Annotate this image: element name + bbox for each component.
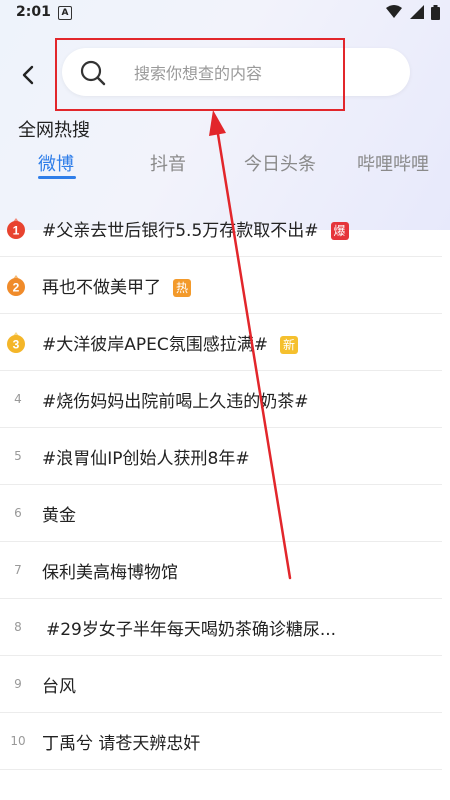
rank-number: 6 — [14, 506, 22, 520]
hot-badge: 爆 — [330, 222, 349, 240]
list-item-title: #29岁女子半年每天喝奶茶确诊糖尿... — [46, 620, 337, 640]
list-item-title: 再也不做美甲了热 — [42, 273, 191, 298]
tab-douyin[interactable]: 抖音 — [150, 150, 186, 176]
rank-3-medal-icon: 3 — [7, 332, 25, 353]
new-badge: 新 — [279, 336, 298, 354]
list-item-title: 保利美高梅博物馆 — [42, 563, 178, 583]
notification-a-icon: A — [58, 6, 72, 20]
list-item[interactable]: 2 再也不做美甲了热 — [0, 257, 442, 314]
wifi-icon — [386, 5, 403, 18]
rank-number: 10 — [10, 734, 26, 748]
status-time: 2:01 — [16, 4, 51, 20]
rank-number: 9 — [14, 677, 22, 691]
section-title: 全网热搜 — [18, 120, 90, 141]
rank-number: 7 — [14, 563, 22, 577]
rank-1-medal-icon: 1 — [7, 218, 25, 239]
back-button[interactable] — [14, 60, 44, 90]
rank-number: 8 — [14, 620, 22, 634]
list-item[interactable]: 3 #大洋彼岸APEC氛围感拉满# 新 — [0, 314, 442, 371]
rank-2-medal-icon: 2 — [7, 275, 25, 296]
list-item-title: #浪胃仙IP创始人获刑8年# — [42, 449, 250, 469]
svg-text:2: 2 — [13, 281, 20, 295]
platform-tabs: 微博 抖音 今日头条 哔哩哔哩 — [0, 150, 450, 190]
list-item-title: 台风 — [42, 677, 76, 697]
status-icons — [383, 4, 440, 20]
list-item-title: #烧伤妈妈出院前喝上久违的奶茶# — [42, 392, 309, 412]
status-bar: 2:01 A — [0, 0, 450, 26]
tab-toutiao[interactable]: 今日头条 — [244, 150, 316, 176]
list-item[interactable]: 1 #父亲去世后银行5.5万存款取不出# 爆 — [0, 200, 442, 257]
header-background — [0, 0, 450, 230]
list-item[interactable]: 4 #烧伤妈妈出院前喝上久违的奶茶# — [0, 371, 442, 428]
list-item[interactable]: 5 #浪胃仙IP创始人获刑8年# — [0, 428, 442, 485]
svg-text:1: 1 — [13, 224, 20, 238]
list-item[interactable]: 10 丁禹兮 请苍天辨忠奸 — [0, 713, 442, 770]
list-item[interactable]: 8 #29岁女子半年每天喝奶茶确诊糖尿... — [0, 599, 442, 656]
active-tab-indicator — [38, 176, 76, 179]
rank-number: 4 — [14, 392, 22, 406]
tab-weibo[interactable]: 微博 — [38, 150, 74, 176]
list-item-title: 丁禹兮 请苍天辨忠奸 — [42, 734, 201, 754]
annotation-highlight-box — [55, 38, 345, 111]
battery-icon — [431, 4, 440, 20]
list-item-title: #大洋彼岸APEC氛围感拉满# 新 — [42, 330, 298, 355]
tab-bilibili[interactable]: 哔哩哔哩 — [357, 150, 429, 176]
hot-search-list: 1 #父亲去世后银行5.5万存款取不出# 爆 2 再也不做美甲了热 3 #大洋彼岸… — [0, 200, 450, 770]
list-item[interactable]: 6 黄金 — [0, 485, 442, 542]
signal-icon — [409, 5, 424, 19]
chevron-left-icon — [22, 65, 34, 85]
rank-number: 5 — [14, 449, 22, 463]
list-item[interactable]: 7 保利美高梅博物馆 — [0, 542, 442, 599]
list-item-title: 黄金 — [42, 506, 76, 526]
svg-text:3: 3 — [13, 338, 20, 352]
list-item-title: #父亲去世后银行5.5万存款取不出# 爆 — [42, 216, 349, 241]
hot-badge: 热 — [173, 279, 191, 297]
list-item[interactable]: 9 台风 — [0, 656, 442, 713]
